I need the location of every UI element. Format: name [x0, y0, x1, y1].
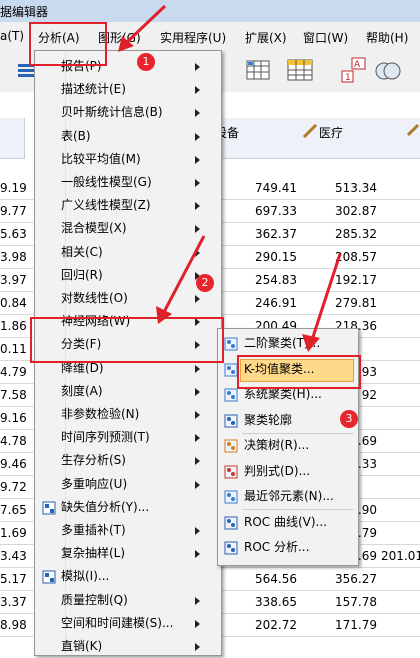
callout-3: 3: [340, 410, 358, 428]
callout-1: 1: [137, 53, 155, 71]
callout-2: 2: [196, 274, 214, 292]
annotation-arrows: [118, 4, 342, 352]
